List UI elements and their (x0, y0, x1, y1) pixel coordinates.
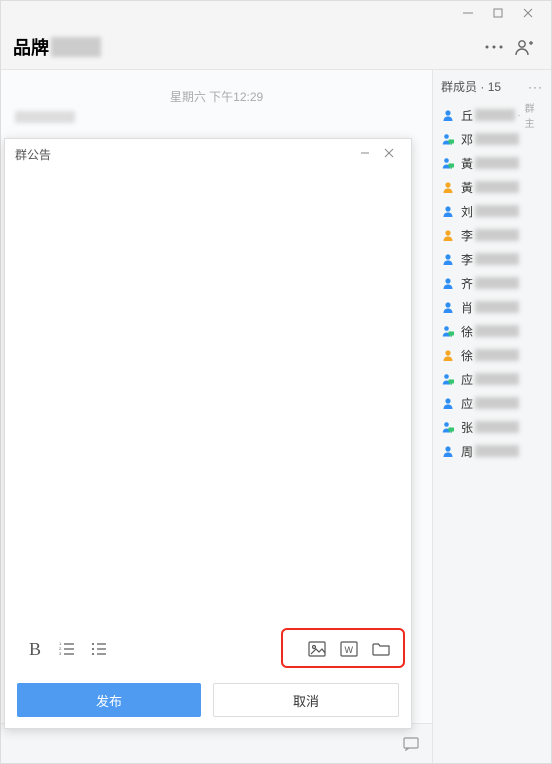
member-surname: 张 (461, 419, 473, 436)
blurred-text (475, 397, 519, 409)
chat-title: 品牌 (13, 34, 49, 60)
announcement-dialog: 群公告 B 1 2 3 (4, 138, 412, 729)
maximize-button[interactable] (483, 3, 513, 23)
blurred-text (475, 325, 519, 337)
header: 品牌 (1, 25, 551, 69)
blurred-text (475, 445, 519, 457)
insert-file-button[interactable] (365, 634, 397, 664)
member-surname: 丘 (461, 107, 473, 124)
member-row[interactable]: 张 (437, 415, 547, 439)
more-icon[interactable] (479, 32, 509, 62)
blurred-text (475, 229, 519, 241)
member-surname: 李 (461, 251, 473, 268)
bold-button[interactable]: B (19, 634, 51, 664)
chat-history-icon[interactable] (400, 733, 422, 755)
person-icon (441, 132, 455, 146)
close-button[interactable] (513, 3, 543, 23)
blurred-text (475, 133, 519, 145)
cancel-button[interactable]: 取消 (213, 683, 399, 717)
announcement-editor[interactable] (5, 169, 411, 626)
member-row[interactable]: 邓 (437, 127, 547, 151)
member-surname: 肖 (461, 299, 473, 316)
member-row[interactable]: 应 (437, 391, 547, 415)
ordered-list-button[interactable]: 1 2 3 (51, 634, 83, 664)
sender-name (1, 111, 432, 123)
members-header: 群成员 · 15 ··· (437, 78, 547, 95)
person-icon (441, 420, 455, 434)
member-surname: 李 (461, 227, 473, 244)
person-icon (441, 324, 455, 338)
member-surname: 刘 (461, 203, 473, 220)
member-row[interactable]: 丘·群主 (437, 103, 547, 127)
members-count: 15 (488, 80, 501, 94)
person-icon (441, 276, 455, 290)
blurred-text (475, 157, 519, 169)
member-surname: 徐 (461, 347, 473, 364)
dialog-close-button[interactable] (377, 147, 401, 161)
blurred-text (475, 253, 519, 265)
blurred-text (475, 421, 519, 433)
person-icon (441, 396, 455, 410)
person-icon (441, 156, 455, 170)
insert-word-button[interactable]: W (333, 634, 365, 664)
blurred-text (475, 277, 519, 289)
editor-toolbar: B 1 2 3 W (5, 626, 411, 672)
member-row[interactable]: 李 (437, 247, 547, 271)
add-member-icon[interactable] (509, 32, 539, 62)
blurred-text (475, 109, 515, 121)
minimize-button[interactable] (453, 3, 483, 23)
dialog-title: 群公告 (15, 146, 51, 163)
svg-text:W: W (345, 645, 354, 655)
dialog-titlebar: 群公告 (5, 139, 411, 169)
message-timestamp: 星期六 下午12:29 (1, 70, 432, 111)
person-icon (441, 348, 455, 362)
unordered-list-button[interactable] (83, 634, 115, 664)
member-row[interactable]: 黃 (437, 175, 547, 199)
person-icon (441, 372, 455, 386)
person-icon (441, 228, 455, 242)
member-surname: 徐 (461, 323, 473, 340)
member-surname: 黃 (461, 155, 473, 172)
window-controls (1, 1, 551, 25)
member-surname: 应 (461, 371, 473, 388)
member-surname: 齐 (461, 275, 473, 292)
blurred-text (51, 37, 101, 57)
member-row[interactable]: 肖 (437, 295, 547, 319)
members-sidebar: 群成员 · 15 ··· 丘·群主邓黃黃刘李李齐肖徐徐应应张周 (433, 69, 551, 763)
dialog-footer: 发布 取消 (5, 672, 411, 728)
owner-badge: 群主 (525, 100, 543, 130)
member-row[interactable]: 刘 (437, 199, 547, 223)
chat-input-toolbar (1, 723, 432, 763)
member-surname: 应 (461, 395, 473, 412)
member-surname: 邓 (461, 131, 473, 148)
person-icon (441, 300, 455, 314)
dialog-minimize-button[interactable] (353, 147, 377, 162)
member-list: 丘·群主邓黃黃刘李李齐肖徐徐应应张周 (437, 103, 547, 463)
person-icon (441, 204, 455, 218)
blurred-text (475, 181, 519, 193)
publish-button[interactable]: 发布 (17, 683, 201, 717)
members-separator: · (477, 80, 488, 94)
member-row[interactable]: 李 (437, 223, 547, 247)
member-surname: 周 (461, 443, 473, 460)
members-label: 群成员 (441, 78, 477, 95)
person-icon (441, 444, 455, 458)
insert-image-button[interactable] (301, 634, 333, 664)
svg-text:3: 3 (59, 651, 62, 656)
person-icon (441, 108, 455, 122)
member-row[interactable]: 齐 (437, 271, 547, 295)
blurred-text (475, 373, 519, 385)
member-row[interactable]: 徐 (437, 343, 547, 367)
blurred-text (475, 349, 519, 361)
person-icon (441, 252, 455, 266)
member-row[interactable]: 应 (437, 367, 547, 391)
person-icon (441, 180, 455, 194)
members-more-icon[interactable]: ··· (528, 80, 543, 94)
member-row[interactable]: 周 (437, 439, 547, 463)
blurred-text (475, 205, 519, 217)
member-row[interactable]: 黃 (437, 151, 547, 175)
member-surname: 黃 (461, 179, 473, 196)
member-row[interactable]: 徐 (437, 319, 547, 343)
blurred-text (475, 301, 519, 313)
